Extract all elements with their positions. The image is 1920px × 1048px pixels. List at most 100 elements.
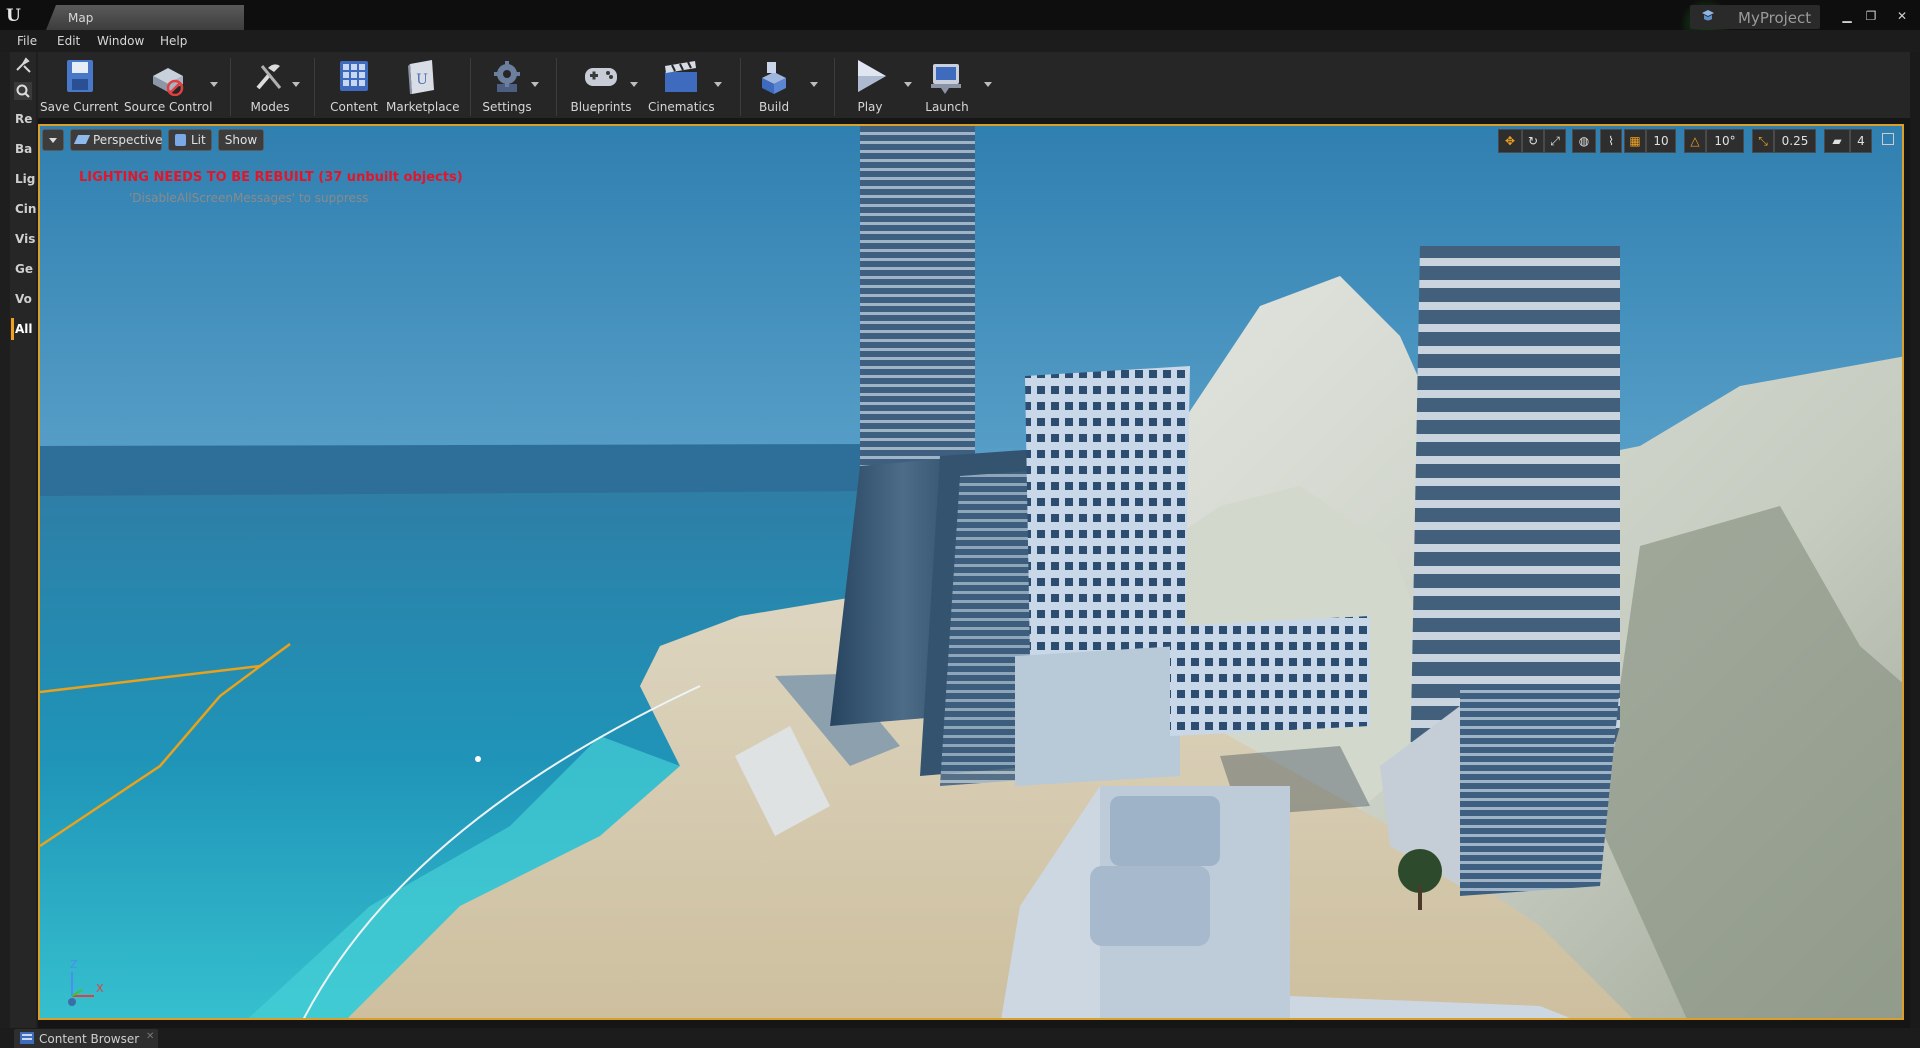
bottom-bar — [0, 1028, 1920, 1048]
restore-icon[interactable]: ❐ — [1862, 8, 1880, 24]
cinematics-button[interactable]: Cinematics — [648, 56, 715, 116]
map-tab-label: Map — [68, 11, 94, 25]
marketplace-button[interactable]: U Marketplace — [386, 56, 460, 116]
rotate-tool-button[interactable]: ↻ — [1522, 129, 1544, 153]
content-button[interactable]: Content — [324, 56, 384, 116]
close-tab-icon[interactable]: ✕ — [146, 1031, 154, 1042]
title-bar — [0, 0, 1920, 30]
content-icon — [340, 61, 368, 91]
menu-file[interactable]: File — [17, 34, 37, 48]
modes-dropdown-icon[interactable] — [292, 82, 300, 87]
save-icon — [67, 60, 93, 92]
toolbar-separator — [470, 58, 471, 116]
left-item-recent[interactable]: Re — [15, 112, 32, 126]
surface-snap-button[interactable]: ⌇ — [1600, 129, 1622, 153]
show-label: Show — [224, 133, 258, 147]
play-button[interactable]: Play — [842, 56, 898, 116]
left-item-geometry[interactable]: Ge — [15, 262, 33, 276]
map-tab[interactable]: Map — [46, 5, 244, 30]
maximize-viewport-icon[interactable] — [1882, 133, 1894, 145]
scale-icon: ⤢ — [1550, 134, 1560, 148]
viewport-options-button[interactable] — [42, 129, 64, 151]
blueprints-button[interactable]: Blueprints — [566, 56, 636, 116]
source-control-label: Source Control — [124, 100, 213, 114]
left-item-volumes[interactable]: Vo — [15, 292, 32, 306]
camera-speed-value[interactable]: 4 — [1850, 129, 1872, 153]
low-block-right — [1170, 616, 1370, 736]
world-local-button[interactable]: ◍ — [1572, 129, 1596, 153]
content-browser-label: Content Browser — [39, 1032, 140, 1046]
blueprints-dropdown-icon[interactable] — [630, 82, 638, 87]
scene-render[interactable] — [40, 126, 1904, 1020]
blueprints-icon — [585, 68, 617, 86]
settings-dropdown-icon[interactable] — [531, 82, 539, 87]
chevron-down-icon — [49, 138, 57, 143]
left-item-visual[interactable]: Vis — [15, 232, 35, 246]
settings-button[interactable]: Settings — [476, 56, 538, 116]
scale-snap-icon: ⤡ — [1758, 134, 1768, 148]
place-mode-icon[interactable] — [14, 56, 34, 74]
scale-tool-button[interactable]: ⤢ — [1544, 129, 1566, 153]
marketplace-icon: U — [408, 60, 434, 94]
left-item-lights[interactable]: Lig — [15, 172, 35, 186]
toolbar-separator — [556, 58, 557, 116]
close-icon[interactable]: ✕ — [1893, 8, 1911, 24]
play-label: Play — [857, 100, 883, 114]
grid-icon: ▦ — [1629, 134, 1641, 148]
suppress-hint: 'DisableAllScreenMessages' to suppress — [129, 191, 369, 205]
menu-help[interactable]: Help — [160, 34, 187, 48]
launch-dropdown-icon[interactable] — [984, 82, 992, 87]
roof-unit — [1110, 796, 1220, 866]
minimize-icon[interactable]: ▁ — [1838, 8, 1856, 24]
rotate-icon: ↻ — [1527, 134, 1539, 148]
globe-icon: ◍ — [1578, 134, 1590, 148]
left-item-all[interactable]: All — [15, 322, 33, 336]
angle-icon: △ — [1690, 134, 1700, 148]
project-shield-icon — [1702, 10, 1714, 21]
launch-icon — [931, 64, 961, 94]
play-dropdown-icon[interactable] — [904, 82, 912, 87]
modes-label: Modes — [250, 100, 290, 114]
search-icon[interactable] — [14, 82, 32, 100]
build-label: Build — [758, 100, 790, 114]
modes-button[interactable]: Modes — [240, 56, 300, 116]
camera-icon: ▰ — [1832, 134, 1842, 148]
spline-point — [475, 756, 481, 762]
blueprints-label: Blueprints — [570, 100, 632, 114]
launch-button[interactable]: Launch — [918, 56, 976, 116]
grid-snap-toggle[interactable]: ▦ — [1624, 129, 1646, 153]
content-browser-icon — [20, 1032, 34, 1044]
project-name: MyProject — [1738, 9, 1812, 27]
source-control-icon — [153, 68, 184, 96]
scale-snap-value[interactable]: 0.25 — [1774, 129, 1816, 153]
tree-trunk — [1418, 886, 1422, 910]
build-icon — [762, 62, 786, 94]
axis-z-label: Z — [70, 958, 78, 971]
left-item-cinematic[interactable]: Cin — [15, 202, 36, 216]
scale-snap-toggle[interactable]: ⤡ — [1752, 129, 1774, 153]
level-viewport[interactable] — [38, 124, 1904, 1020]
grid-snap-value[interactable]: 10 — [1646, 129, 1676, 153]
menu-edit[interactable]: Edit — [57, 34, 80, 48]
source-control-button[interactable]: Source Control — [124, 56, 212, 116]
show-button[interactable]: Show — [218, 129, 264, 151]
source-control-dropdown-icon[interactable] — [210, 82, 218, 87]
axis-x-label: X — [96, 982, 104, 995]
rotation-snap-value[interactable]: 10° — [1706, 129, 1744, 153]
roof-unit — [1090, 866, 1210, 946]
camera-speed-button[interactable]: ▰ — [1824, 129, 1850, 153]
menu-window[interactable]: Window — [97, 34, 144, 48]
build-dropdown-icon[interactable] — [810, 82, 818, 87]
toolbar-separator — [740, 58, 741, 116]
rotation-snap-toggle[interactable]: △ — [1684, 129, 1706, 153]
build-button[interactable]: Build — [748, 56, 800, 116]
translate-tool-button[interactable]: ✥ — [1498, 129, 1522, 153]
content-label: Content — [330, 100, 378, 114]
modes-icon — [256, 64, 282, 90]
save-current-button[interactable]: Save Current — [40, 56, 118, 116]
left-item-basic[interactable]: Ba — [15, 142, 32, 156]
cinematics-dropdown-icon[interactable] — [714, 82, 722, 87]
lit-label: Lit — [191, 133, 206, 147]
right-panel-edge — [1910, 52, 1920, 1028]
twin-tower — [860, 126, 975, 466]
